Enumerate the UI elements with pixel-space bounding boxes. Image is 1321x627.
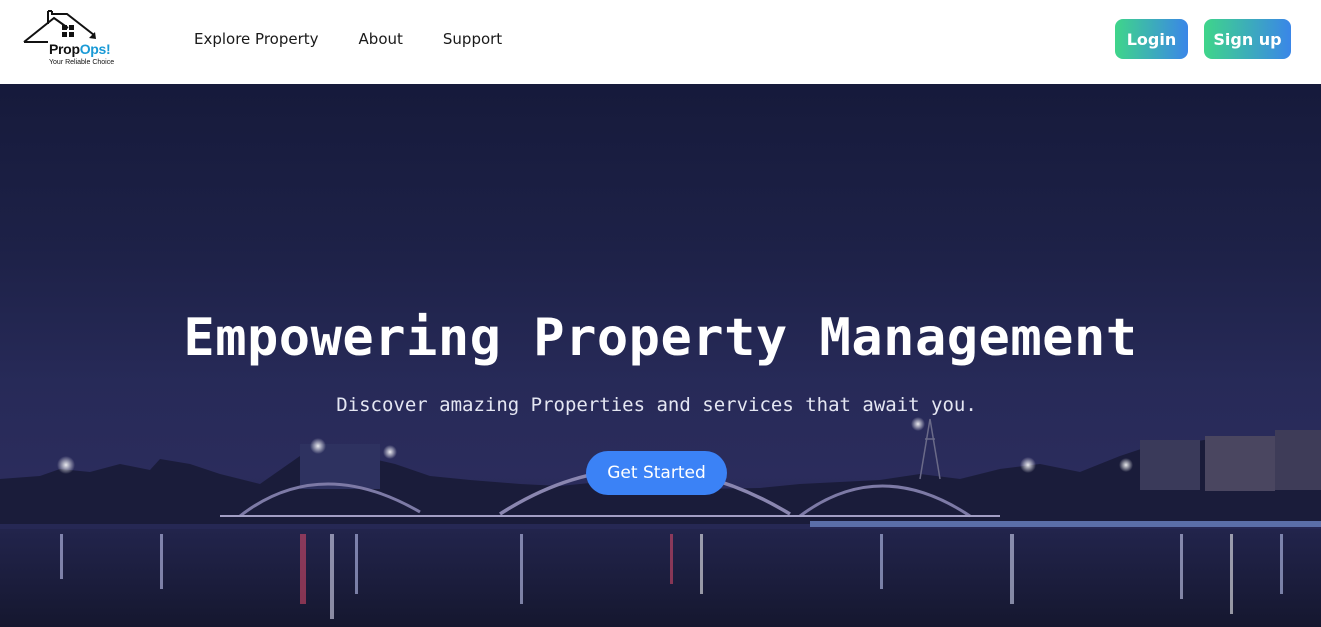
signup-button[interactable]: Sign up: [1204, 19, 1291, 59]
navbar: PropOps! Your Reliable Choice Explore Pr…: [0, 0, 1321, 84]
hero-subtitle: Discover amazing Properties and services…: [336, 394, 977, 416]
brand-logo[interactable]: PropOps! Your Reliable Choice: [22, 8, 122, 70]
nav-about[interactable]: About: [359, 30, 403, 48]
nav-explore-property[interactable]: Explore Property: [194, 30, 319, 48]
brand-name: PropOps!: [49, 41, 111, 57]
brand-tagline: Your Reliable Choice: [49, 59, 115, 66]
hero-title: Empowering Property Management: [183, 308, 1138, 368]
hero-section: Empowering Property Management Discover …: [0, 84, 1321, 627]
login-button[interactable]: Login: [1115, 19, 1188, 59]
get-started-button[interactable]: Get Started: [586, 451, 727, 495]
main-nav: Explore Property About Support: [194, 30, 502, 48]
nav-support[interactable]: Support: [443, 30, 502, 48]
